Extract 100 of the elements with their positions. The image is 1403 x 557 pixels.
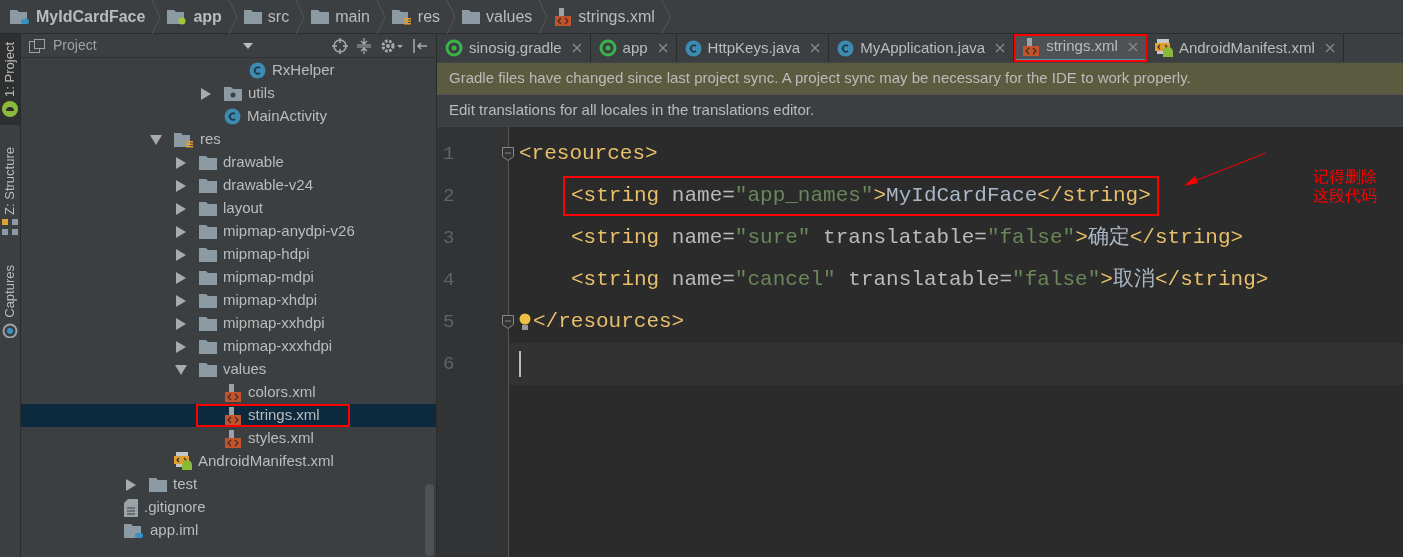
xml-file-icon: [1022, 37, 1041, 56]
folder-icon: [462, 9, 481, 24]
folder-icon: [199, 270, 217, 285]
resource-folder-icon: [391, 8, 412, 25]
chevron-separator-icon: [375, 0, 386, 34]
tree-item-label: AndroidManifest.xml: [198, 451, 334, 472]
breadcrumb-item[interactable]: strings.xml: [548, 4, 661, 29]
xml-file-icon: [554, 7, 573, 26]
folder-icon: [149, 477, 167, 492]
code-line: </resources>: [533, 309, 685, 335]
breadcrumb-item[interactable]: src: [237, 4, 296, 29]
tree-row[interactable]: layout: [21, 197, 436, 220]
manifest-file-icon: [1154, 38, 1173, 58]
folder-icon: [243, 9, 262, 24]
class-icon: [249, 62, 266, 79]
breadcrumb-item[interactable]: values: [456, 4, 539, 29]
tree-row[interactable]: mipmap-hdpi: [21, 243, 436, 266]
locate-icon[interactable]: [332, 37, 348, 54]
view-dropdown[interactable]: Project: [53, 35, 253, 56]
xml-file-icon: [224, 406, 242, 425]
tree-row[interactable]: res: [21, 128, 436, 151]
chevron-separator-icon: [660, 0, 671, 34]
tree-item-label: drawable-v24: [223, 175, 314, 196]
manifest-file-icon: [174, 452, 192, 471]
folder-icon: [199, 362, 217, 377]
tree-row[interactable]: drawable: [21, 151, 436, 174]
tree-item-label: mipmap-xxxhdpi: [223, 336, 333, 357]
folder-icon: [199, 178, 217, 193]
tool-window-button[interactable]: 1: Project: [0, 34, 20, 125]
dropdown-caret-icon: [243, 42, 253, 49]
settings-icon[interactable]: [380, 37, 404, 54]
close-icon[interactable]: [995, 43, 1006, 53]
folder-icon: [199, 224, 217, 239]
folder-icon: [199, 316, 217, 331]
tree-item-label: colors.xml: [248, 382, 316, 403]
tool-window-button[interactable]: Z: Structure: [0, 138, 20, 243]
tree-row[interactable]: test: [21, 473, 436, 496]
chevron-separator-icon: [538, 0, 549, 34]
close-icon[interactable]: [571, 43, 582, 53]
tree-row[interactable]: mipmap-xxxhdpi: [21, 335, 436, 358]
tree-item-label: MainActivity: [247, 106, 328, 127]
tree-row[interactable]: AndroidManifest.xml: [21, 450, 436, 473]
code-line: <string name="cancel" translatable="false">取消</string>: [571, 266, 1269, 293]
tree-row[interactable]: styles.xml: [21, 427, 436, 450]
project-view-icon: [29, 38, 45, 53]
annotation-text: 这段代码: [1313, 186, 1377, 205]
tree-row[interactable]: mipmap-mdpi: [21, 266, 436, 289]
tree-row[interactable]: mipmap-xhdpi: [21, 289, 436, 312]
tree-row[interactable]: colors.xml: [21, 381, 436, 404]
text-caret: [519, 351, 521, 377]
folder-icon: [199, 247, 217, 262]
tree-item-label: .gitignore: [144, 497, 206, 518]
tree-row[interactable]: drawable-v24: [21, 174, 436, 197]
tree-item-label: drawable: [223, 152, 284, 173]
close-icon[interactable]: [1324, 43, 1335, 53]
tree-item-label: mipmap-xxhdpi: [223, 313, 325, 334]
tree-row[interactable]: app.iml: [21, 519, 436, 542]
tree-row[interactable]: mipmap-anydpi-v26: [21, 220, 436, 243]
resource-folder-icon: [174, 131, 194, 148]
hide-panel-icon[interactable]: [412, 37, 428, 54]
xml-file-icon: [224, 429, 242, 448]
tree-item-label: res: [200, 129, 221, 150]
notification-text: Gradle files have changed since last project sync. A project sync may be necessary for the IDE to work properly.: [449, 68, 1191, 89]
annotation-text: 记得删除: [1313, 167, 1377, 186]
class-icon: [224, 108, 241, 125]
tree-row[interactable]: MainActivity: [21, 105, 436, 128]
tree-row[interactable]: mipmap-xxhdpi: [21, 312, 436, 335]
notification-text: Edit translations for all locales in the translations editor.: [449, 100, 815, 121]
tree-item-label: layout: [223, 198, 264, 219]
folder-icon: [311, 9, 330, 24]
tree-row[interactable]: .gitignore: [21, 496, 436, 519]
tool-window-button[interactable]: Captures: [0, 256, 20, 346]
close-icon[interactable]: [810, 43, 821, 53]
breadcrumb-item[interactable]: app: [161, 4, 228, 29]
fold-marker-icon[interactable]: [502, 147, 514, 161]
folder-icon: [199, 339, 217, 354]
fold-marker-icon[interactable]: [502, 315, 514, 329]
tree-row[interactable]: utils: [21, 82, 436, 105]
chevron-separator-icon: [446, 0, 457, 34]
editor-tab[interactable]: strings.xml: [1014, 34, 1147, 62]
module-icon: [10, 8, 30, 25]
collapse-all-icon[interactable]: [356, 37, 372, 54]
breadcrumb-item[interactable]: main: [305, 4, 376, 29]
code-line: <string name="sure" translatable="false">确定</string>: [571, 224, 1244, 251]
tree-row[interactable]: strings.xml: [21, 404, 436, 427]
class-icon: [684, 39, 702, 57]
tree-item-label: styles.xml: [248, 428, 314, 449]
lightbulb-icon[interactable]: [519, 313, 531, 331]
breadcrumb-item[interactable]: res: [385, 4, 447, 29]
tree-item-label: mipmap-mdpi: [223, 267, 314, 288]
chevron-separator-icon: [295, 0, 306, 34]
breadcrumb-item[interactable]: MyIdCardFace: [4, 4, 152, 29]
tree-row[interactable]: RxHelper: [21, 59, 436, 82]
structure-icon: [2, 218, 18, 235]
stopwatch-icon: [2, 321, 18, 338]
close-icon[interactable]: [657, 43, 668, 53]
tree-row[interactable]: values: [21, 358, 436, 381]
folder-icon: [199, 293, 217, 308]
chevron-separator-icon: [151, 0, 162, 34]
tree-item-label: mipmap-anydpi-v26: [223, 221, 355, 242]
